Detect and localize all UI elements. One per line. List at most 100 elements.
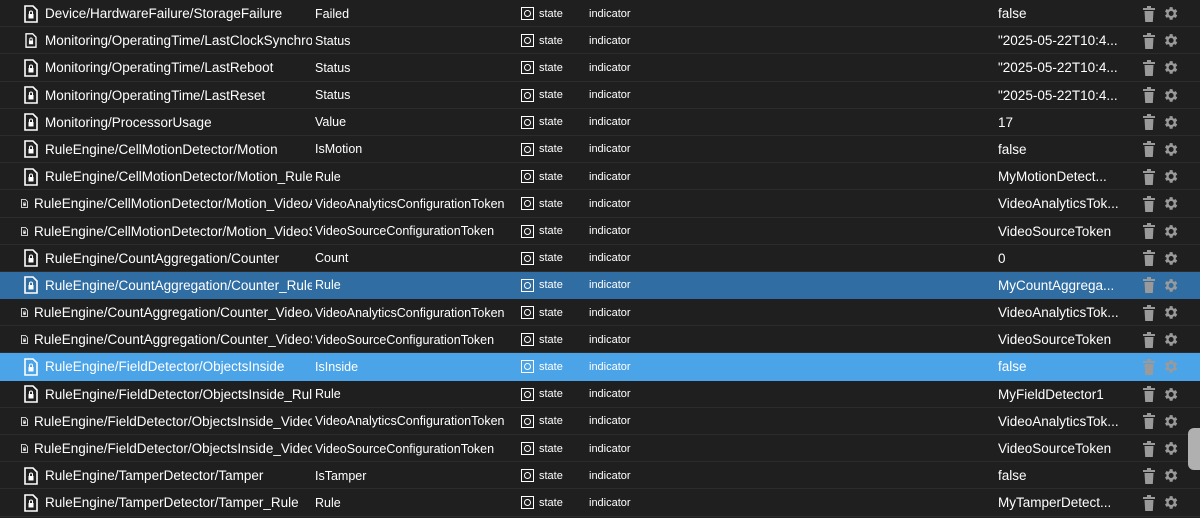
trash-icon[interactable] [1140, 275, 1157, 295]
object-value[interactable]: VideoAnalyticsTok... [998, 299, 1128, 326]
trash-icon[interactable] [1140, 330, 1157, 350]
trash-icon[interactable] [1140, 112, 1157, 132]
object-value[interactable]: 17 [998, 109, 1128, 136]
table-row[interactable]: Monitoring/OperatingTime/LastClockSynchr… [0, 27, 1200, 55]
trash-icon[interactable] [1140, 4, 1157, 24]
table-row[interactable]: Device/HardwareFailure/StorageFailure Fa… [0, 0, 1200, 28]
object-value[interactable]: 0 [998, 245, 1128, 272]
table-row[interactable]: Monitoring/OperatingTime/LastReset Statu… [0, 82, 1200, 109]
table-row[interactable]: RuleEngine/CellMotionDetector/Motion IsM… [0, 136, 1200, 164]
object-role: indicator [589, 496, 631, 509]
state-type-icon [521, 34, 534, 48]
object-value[interactable]: VideoSourceToken [998, 218, 1128, 245]
state-type-icon [521, 170, 534, 184]
gear-icon[interactable] [1162, 58, 1179, 78]
gear-icon[interactable] [1162, 493, 1179, 513]
object-value[interactable]: VideoAnalyticsTok... [998, 408, 1128, 435]
table-row[interactable]: Monitoring/OperatingTime/LastReboot Stat… [0, 54, 1200, 82]
trash-icon[interactable] [1140, 357, 1157, 377]
object-value[interactable]: false [998, 0, 1128, 27]
gear-icon[interactable] [1162, 139, 1179, 159]
trash-icon[interactable] [1140, 411, 1157, 431]
gear-icon[interactable] [1162, 167, 1179, 187]
table-row[interactable]: RuleEngine/FieldDetector/ObjectsInside_V… [0, 435, 1200, 463]
gear-icon[interactable] [1162, 275, 1179, 295]
gear-icon[interactable] [1162, 85, 1179, 105]
object-value[interactable]: false [998, 136, 1128, 163]
gear-icon[interactable] [1162, 31, 1179, 51]
table-row[interactable]: RuleEngine/CellMotionDetector/Motion_Vid… [0, 218, 1200, 245]
table-row[interactable]: RuleEngine/TamperDetector/Tamper_Rule Ru… [0, 489, 1200, 517]
table-row[interactable]: RuleEngine/CellMotionDetector/Motion_Rul… [0, 163, 1200, 191]
trash-icon[interactable] [1140, 466, 1157, 486]
table-row[interactable]: RuleEngine/CellMotionDetector/Motion_Vid… [0, 190, 1200, 218]
table-row[interactable]: RuleEngine/CountAggregation/Counter_Vide… [0, 326, 1200, 354]
trash-icon[interactable] [1140, 493, 1157, 513]
row-actions [1140, 54, 1180, 81]
object-type-label: state [539, 415, 563, 428]
trash-icon[interactable] [1140, 85, 1157, 105]
object-value[interactable]: MyTamperDetect... [998, 489, 1128, 516]
gear-icon[interactable] [1162, 4, 1179, 24]
file-icon [22, 489, 40, 516]
object-name: Status [315, 88, 351, 103]
object-value[interactable]: VideoAnalyticsTok... [998, 190, 1128, 217]
trash-icon[interactable] [1140, 167, 1157, 187]
object-role: indicator [589, 306, 631, 319]
gear-icon[interactable] [1162, 194, 1179, 214]
gear-icon[interactable] [1162, 112, 1179, 132]
trash-icon[interactable] [1140, 248, 1157, 268]
object-value[interactable]: MyMotionDetect... [998, 163, 1128, 190]
table-row[interactable]: RuleEngine/CountAggregation/Counter Coun… [0, 245, 1200, 272]
object-value[interactable]: MyCountAggrega... [998, 272, 1128, 299]
table-row[interactable]: RuleEngine/CountAggregation/Counter_Rule… [0, 271, 1200, 300]
object-value[interactable]: "2025-05-22T10:4... [998, 27, 1128, 54]
object-name: IsTamper [315, 468, 367, 483]
object-type: state [521, 190, 581, 217]
gear-icon[interactable] [1162, 303, 1179, 323]
trash-icon[interactable] [1140, 221, 1157, 241]
table-row[interactable]: RuleEngine/FieldDetector/ObjectsInside I… [0, 353, 1200, 381]
gear-icon[interactable] [1162, 466, 1179, 486]
object-value[interactable]: false [998, 462, 1128, 489]
table-row[interactable]: Monitoring/ProcessorUsage Value state in… [0, 109, 1200, 136]
file-icon [18, 326, 30, 353]
table-row[interactable]: RuleEngine/FieldDetector/ObjectsInside_V… [0, 408, 1200, 435]
gear-icon[interactable] [1162, 384, 1179, 404]
gear-icon[interactable] [1162, 357, 1179, 377]
trash-icon[interactable] [1140, 303, 1157, 323]
table-row[interactable]: RuleEngine/FieldDetector/ObjectsInside_R… [0, 381, 1200, 408]
trash-icon[interactable] [1140, 439, 1157, 459]
object-value[interactable]: VideoSourceToken [998, 435, 1128, 462]
table-row[interactable]: RuleEngine/TamperDetector/Tamper IsTampe… [0, 462, 1200, 490]
object-value[interactable]: "2025-05-22T10:4... [998, 54, 1128, 81]
gear-icon[interactable] [1162, 411, 1179, 431]
object-value[interactable]: MyFieldDetector1 [998, 381, 1128, 408]
state-type-icon [521, 387, 534, 401]
table-row[interactable]: RuleEngine/CountAggregation/Counter_Vide… [0, 299, 1200, 327]
object-id: RuleEngine/TamperDetector/Tamper [45, 468, 264, 484]
file-icon [22, 353, 40, 380]
trash-icon[interactable] [1140, 31, 1157, 51]
state-type-icon [521, 360, 534, 374]
row-actions [1140, 136, 1180, 163]
object-name: Rule [315, 278, 341, 293]
object-type-label: state [539, 306, 563, 319]
trash-icon[interactable] [1140, 384, 1157, 404]
object-type: state [521, 82, 581, 109]
scrollbar-thumb[interactable] [1188, 428, 1200, 470]
gear-icon[interactable] [1162, 221, 1179, 241]
object-value[interactable]: "2025-05-22T10:4... [998, 82, 1128, 109]
trash-icon[interactable] [1140, 139, 1157, 159]
object-type: state [521, 0, 581, 27]
row-actions [1140, 353, 1180, 380]
gear-icon[interactable] [1162, 248, 1179, 268]
file-icon [18, 435, 30, 462]
gear-icon[interactable] [1162, 330, 1179, 350]
trash-icon[interactable] [1140, 58, 1157, 78]
gear-icon[interactable] [1162, 439, 1179, 459]
object-type: state [521, 136, 581, 163]
trash-icon[interactable] [1140, 194, 1157, 214]
object-value[interactable]: false [998, 353, 1128, 380]
object-value[interactable]: VideoSourceToken [998, 326, 1128, 353]
